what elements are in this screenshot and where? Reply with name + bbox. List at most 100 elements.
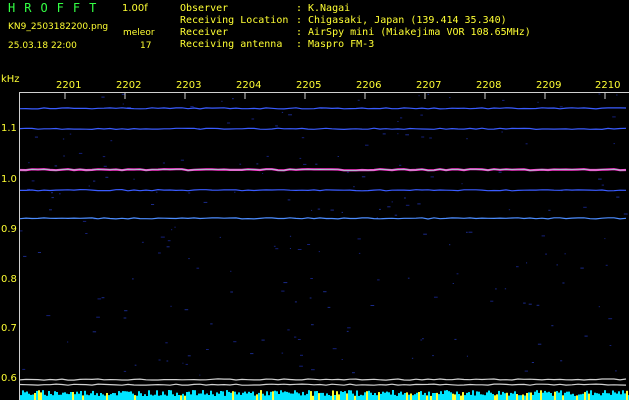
noise-bar <box>28 393 30 400</box>
noise-pixel <box>391 201 393 203</box>
noise-bar <box>354 395 356 400</box>
noise-pixel <box>560 360 563 362</box>
noise-pixel <box>171 229 173 231</box>
signal-lines <box>20 107 627 386</box>
noise-bar <box>346 393 348 400</box>
noise-bar <box>124 391 126 400</box>
noise-bar <box>540 390 542 400</box>
noise-bar <box>524 395 526 400</box>
noise-pixel <box>281 111 284 113</box>
noise-bar <box>436 392 438 400</box>
noise-pixel <box>400 117 403 119</box>
noise-pixel <box>103 165 107 167</box>
noise-pixel <box>206 349 209 350</box>
noise-bar <box>128 391 130 400</box>
noise-bar <box>298 393 300 400</box>
noise-pixel <box>613 143 615 145</box>
noise-bar <box>136 395 138 400</box>
noise-pixel <box>275 248 279 250</box>
noise-bar <box>280 390 282 400</box>
noise-pixel <box>299 365 303 367</box>
noise-bar <box>574 395 576 400</box>
noise-bar <box>434 393 436 400</box>
noise-bar <box>398 393 400 400</box>
noise-bar <box>584 392 586 400</box>
noise-bar <box>618 391 620 400</box>
observer-value: K.Nagai <box>308 3 351 14</box>
noise-pixel <box>616 196 620 198</box>
antenna-value: Maspro FM-3 <box>308 39 375 50</box>
noise-pixel <box>315 163 318 165</box>
noise-pixel <box>564 253 566 255</box>
noise-bar <box>188 391 190 400</box>
noise-bar <box>482 394 484 400</box>
noise-bar <box>528 392 530 400</box>
noise-bar <box>100 393 102 400</box>
noise-bar <box>48 391 50 400</box>
noise-pixel <box>23 255 27 257</box>
bottom-noise-band <box>20 390 629 400</box>
noise-bar <box>498 390 500 400</box>
noise-bar <box>448 391 450 400</box>
noise-bar <box>370 392 372 400</box>
noise-pixel <box>102 156 106 158</box>
noise-bar <box>514 391 516 400</box>
y-tick-label: 0.8 <box>1 274 17 285</box>
noise-pixel <box>504 288 507 290</box>
noise-pixel <box>429 137 432 139</box>
noise-bar <box>394 394 396 400</box>
noise-pixel <box>609 345 612 346</box>
noise-bar <box>150 394 152 400</box>
noise-bar <box>566 391 568 400</box>
noise-bar <box>480 394 482 400</box>
noise-pixel <box>233 341 237 343</box>
noise-bar <box>220 391 222 400</box>
noise-bar <box>506 392 508 400</box>
noise-pixel <box>227 122 231 124</box>
noise-bar <box>270 391 272 400</box>
noise-bar <box>474 395 476 400</box>
noise-bar <box>24 392 26 400</box>
noise-bar <box>388 392 390 400</box>
noise-bar <box>452 393 454 400</box>
noise-bar <box>206 393 208 400</box>
noise-pixel <box>123 317 127 319</box>
noise-bar <box>102 394 104 400</box>
noise-pixel <box>317 208 321 210</box>
noise-bar <box>422 394 424 400</box>
noise-bar <box>222 391 224 400</box>
noise-bar <box>356 390 358 400</box>
noise-pixel <box>332 348 337 350</box>
noise-bar <box>242 392 244 400</box>
noise-bar <box>400 391 402 400</box>
noise-bar <box>558 392 560 400</box>
receiver-key: Receiver <box>180 27 229 38</box>
noise-bar <box>272 391 274 400</box>
noise-pixel <box>190 106 194 108</box>
noise-pixel <box>297 249 302 250</box>
noise-bar <box>578 394 580 400</box>
noise-bar <box>546 392 548 400</box>
noise-bar <box>396 395 398 400</box>
noise-pixel <box>430 176 434 178</box>
noise-pixel <box>341 359 343 360</box>
noise-pixel <box>158 359 161 361</box>
noise-pixel <box>545 253 547 255</box>
noise-pixel <box>182 362 184 364</box>
noise-pixel <box>287 329 290 331</box>
noise-pixel <box>490 300 494 302</box>
noise-bar <box>86 394 88 400</box>
noise-bar <box>166 395 168 400</box>
noise-bar <box>344 391 346 400</box>
noise-pixel <box>461 183 463 185</box>
noise-bar <box>184 395 186 400</box>
noise-pixel <box>357 238 361 240</box>
noise-bar <box>534 391 536 400</box>
noise-pixel <box>382 133 386 135</box>
noise-bar <box>428 391 430 400</box>
noise-bar <box>550 393 552 400</box>
noise-bar <box>264 395 266 400</box>
noise-bar <box>294 390 296 400</box>
noise-bar <box>232 391 234 400</box>
noise-pixel <box>531 362 534 363</box>
